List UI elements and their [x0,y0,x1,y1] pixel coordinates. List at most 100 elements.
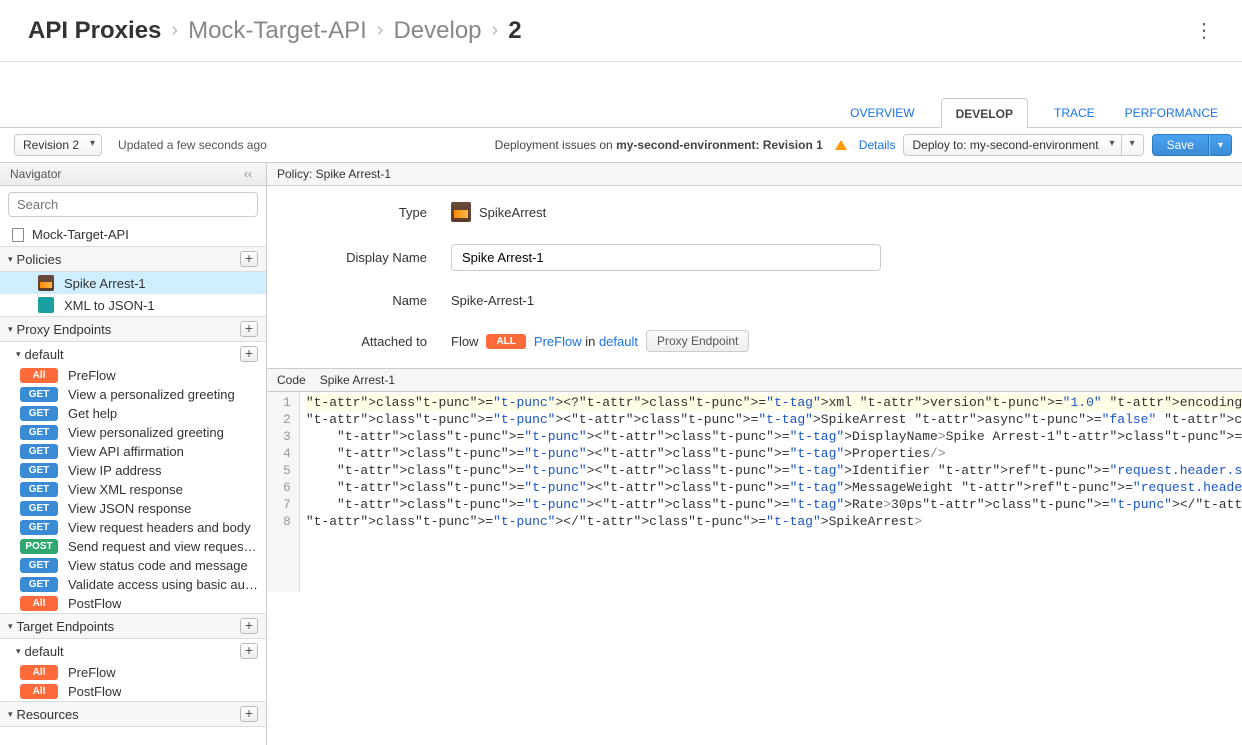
navigator-section-policies[interactable]: ▾Policies + [0,246,266,272]
proxy-endpoint-button[interactable]: Proxy Endpoint [646,330,749,352]
flow-item[interactable]: GET View a personalized greeting [0,385,266,404]
flow-item[interactable]: GETView JSON response [0,499,266,518]
navigator-policy-spike-arrest[interactable]: Spike Arrest-1 [0,272,266,294]
navigator-section-proxy-endpoints[interactable]: ▾Proxy Endpoints + [0,316,266,342]
xml-to-json-icon [38,297,54,313]
triangle-down-icon: ▾ [8,254,13,265]
flow-item[interactable]: GETValidate access using basic aut… [0,575,266,594]
attached-preflow-link[interactable]: PreFlow [534,334,582,349]
navigator-proxy-default[interactable]: ▾default + [0,342,266,366]
navigator-section-target-endpoints[interactable]: ▾Target Endpoints + [0,613,266,639]
triangle-down-icon: ▾ [16,349,21,360]
flow-label: View XML response [68,482,183,497]
flow-label: Get help [68,406,117,421]
http-method-badge: POST [20,539,58,554]
add-policy-button[interactable]: + [240,251,258,267]
attached-default-link[interactable]: default [599,334,638,349]
navigator-section-resources[interactable]: ▾Resources + [0,701,266,727]
flow-item[interactable]: GETView XML response [0,480,266,499]
flow-item[interactable]: GET View request headers and body [0,518,266,537]
display-name-input[interactable] [451,244,881,271]
flow-label: Send request and view request… [68,539,258,554]
flow-label: View status code and message [68,558,248,573]
flow-label: View IP address [68,463,161,478]
flow-label: View personalized greeting [68,425,224,440]
add-target-flow-button[interactable]: + [240,643,258,659]
proxy-file-icon [12,228,24,242]
flow-item[interactable]: GET View personalized greeting [0,423,266,442]
save-dropdown-button[interactable]: ▾ [1209,134,1232,156]
flow-item[interactable]: All PostFlow [0,594,266,613]
breadcrumb-root[interactable]: API Proxies [28,17,161,45]
flow-label: View request headers and body [68,520,251,535]
deployment-details-link[interactable]: Details [859,138,896,152]
chevron-right-icon: › [377,19,384,42]
http-method-badge: All [20,665,58,680]
http-method-badge: GET [20,425,58,440]
add-proxy-flow-button[interactable]: + [240,346,258,362]
flow-item[interactable]: POST Send request and view request… [0,537,266,556]
flow-item[interactable]: All PreFlow [0,663,266,682]
spike-arrest-icon [451,202,471,222]
flow-label: View a personalized greeting [68,387,235,402]
http-method-badge: GET [20,520,58,535]
flow-label: PostFlow [68,684,121,699]
page-tabs: OVERVIEW DEVELOP TRACE PERFORMANCE [0,92,1242,128]
type-value: SpikeArrest [479,205,546,220]
flow-label: PreFlow [68,368,116,383]
tab-overview[interactable]: OVERVIEW [846,98,918,127]
flow-label: Validate access using basic aut… [68,577,258,592]
tab-performance[interactable]: PERFORMANCE [1121,98,1222,127]
chevron-right-icon: › [492,19,499,42]
add-target-endpoint-button[interactable]: + [240,618,258,634]
http-method-badge: All [20,684,58,699]
http-method-badge: All [20,596,58,611]
flow-item[interactable]: All PostFlow [0,682,266,701]
display-name-label: Display Name [327,250,427,265]
breadcrumb: API Proxies › Mock-Target-API › Develop … [28,17,522,45]
flow-label: PostFlow [68,596,121,611]
deploy-to-select[interactable]: Deploy to: my-second-environment [903,134,1121,156]
flow-label: View API affirmation [68,444,184,459]
attached-flow-word: Flow [451,334,478,349]
more-menu-icon[interactable]: ⋮ [1186,14,1222,47]
name-value: Spike-Arrest-1 [451,293,534,308]
flow-item[interactable]: GET Get help [0,404,266,423]
flow-label: PreFlow [68,665,116,680]
flow-item[interactable]: GET View IP address [0,461,266,480]
add-resource-button[interactable]: + [240,706,258,722]
navigator-policy-xml-to-json[interactable]: XML to JSON-1 [0,294,266,316]
flow-item[interactable]: All PreFlow [0,366,266,385]
navigator-root[interactable]: Mock-Target-API [0,223,266,246]
revision-select[interactable]: Revision 2 [14,134,102,156]
collapse-navigator-icon[interactable]: ‹‹ [240,167,256,181]
triangle-down-icon: ▾ [8,324,13,335]
tab-develop[interactable]: DEVELOP [941,98,1028,128]
add-proxy-endpoint-button[interactable]: + [240,321,258,337]
deploy-to-caret[interactable]: ▾ [1122,134,1144,156]
http-method-badge: GET [20,444,58,459]
navigator-search-input[interactable] [8,192,258,217]
deployment-issue-text: Deployment issues on my-second-environme… [495,138,823,152]
navigator-title: Navigator [10,167,61,181]
breadcrumb-proxy[interactable]: Mock-Target-API [188,17,367,45]
attached-all-badge: ALL [486,334,525,349]
navigator-target-default[interactable]: ▾default + [0,639,266,663]
policy-form: Type SpikeArrest Display Name Name Spike… [267,186,1242,368]
http-method-badge: All [20,368,58,383]
http-method-badge: GET [20,406,58,421]
save-button[interactable]: Save [1152,134,1209,156]
spike-arrest-icon [38,275,54,291]
http-method-badge: GET [20,387,58,402]
breadcrumb-view[interactable]: Develop [393,17,481,45]
navigator-panel: Navigator ‹‹ Mock-Target-API ▾Policies +… [0,163,267,745]
code-editor[interactable]: 12345678 "t-attr">class"t-punc">="t-punc… [267,392,1242,592]
tab-trace[interactable]: TRACE [1050,98,1099,127]
flow-item[interactable]: GET View status code and message [0,556,266,575]
flow-item[interactable]: GET View API affirmation [0,442,266,461]
triangle-down-icon: ▾ [8,621,13,632]
http-method-badge: GET [20,463,58,478]
http-method-badge: GET [20,558,58,573]
code-name: Spike Arrest-1 [320,373,395,387]
attached-to-label: Attached to [327,334,427,349]
